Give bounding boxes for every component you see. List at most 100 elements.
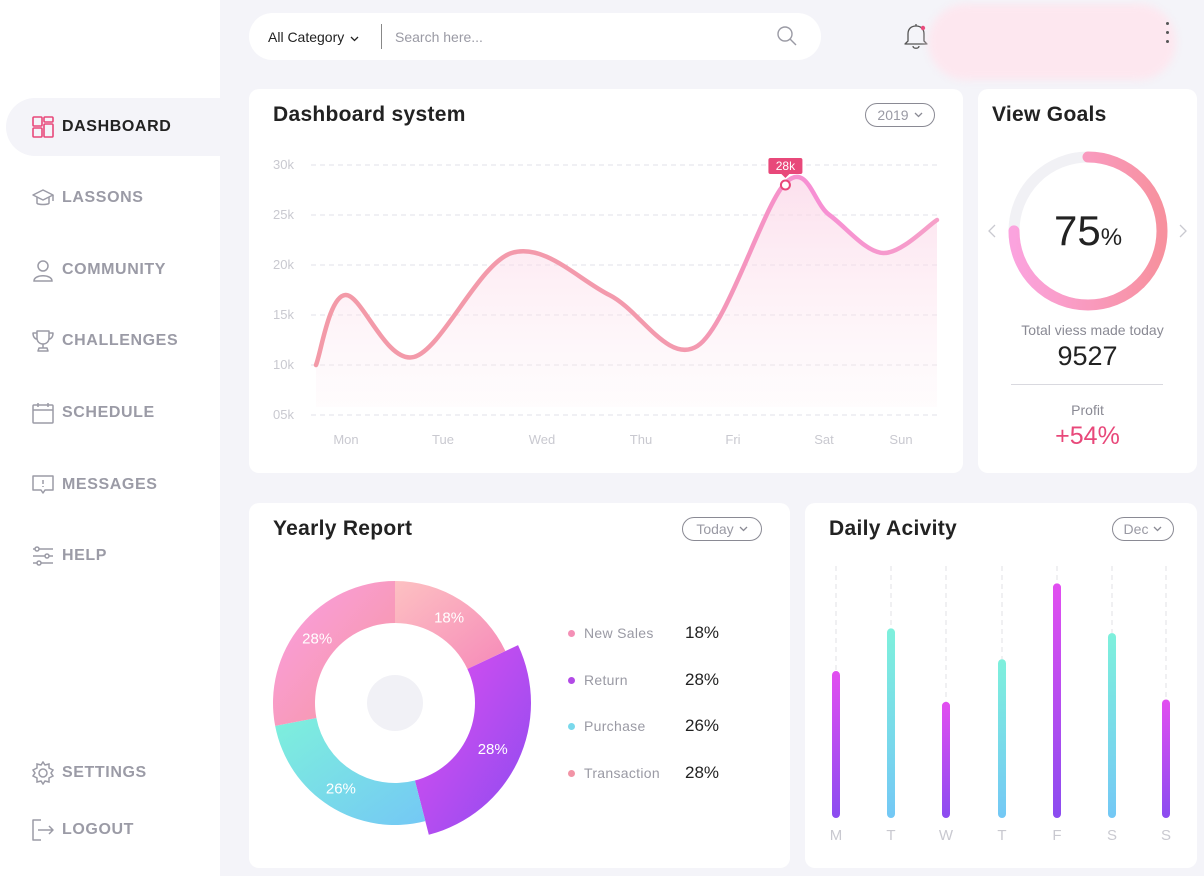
slice-label: 26% bbox=[326, 780, 356, 797]
profit-label: Profit bbox=[1071, 402, 1104, 418]
sidebar-item-label: SETTINGS bbox=[62, 764, 147, 781]
activity-bar bbox=[998, 659, 1006, 818]
area-fill bbox=[316, 176, 937, 407]
message-icon bbox=[31, 473, 55, 497]
slice-label: 28% bbox=[302, 631, 332, 648]
activity-bar bbox=[1162, 699, 1170, 818]
category-label: All Category bbox=[268, 28, 345, 45]
line-chart: 30k 25k 20k 15k 10k 05k Mon Tue Wed Thu Fri Sat Sun 2… bbox=[273, 157, 940, 447]
legend-value: 26% bbox=[685, 716, 720, 735]
legend-name: Purchase bbox=[584, 718, 646, 734]
legend-value: 28% bbox=[685, 670, 720, 689]
card-title: View Goals bbox=[992, 103, 1107, 126]
more-menu-icon[interactable] bbox=[1166, 22, 1169, 43]
views-value: 9527 bbox=[1057, 341, 1118, 371]
sidebar-item-label: LOGOUT bbox=[62, 821, 135, 838]
sidebar-item-challenges[interactable]: CHALLENGES bbox=[0, 312, 220, 370]
legend-item: Return 28% bbox=[568, 670, 719, 690]
bar-chart: MTWTFSS bbox=[830, 566, 1171, 844]
slice-label: 18% bbox=[434, 610, 464, 627]
legend-name: New Sales bbox=[584, 625, 654, 641]
activity-bar bbox=[832, 671, 840, 818]
day-label: W bbox=[939, 827, 954, 844]
sidebar-item-logout[interactable]: LOGOUT bbox=[0, 801, 220, 859]
day-label: S bbox=[1107, 827, 1117, 844]
y-tick-label: 20k bbox=[273, 257, 294, 272]
legend-item: Transaction 28% bbox=[568, 763, 719, 783]
search-input[interactable] bbox=[395, 23, 755, 50]
search-bar: All Category bbox=[249, 13, 821, 60]
chevron-down-icon bbox=[350, 29, 359, 45]
day-label: M bbox=[830, 827, 843, 844]
sidebar-item-dashboard[interactable]: DASHBOARD bbox=[6, 98, 220, 156]
sidebar-item-messages[interactable]: MESSAGES bbox=[0, 456, 220, 514]
sliders-icon bbox=[31, 544, 55, 568]
activity-bar bbox=[887, 628, 895, 818]
y-tick-label: 15k bbox=[273, 307, 294, 322]
sidebar-item-community[interactable]: COMMUNITY bbox=[0, 241, 220, 299]
graduation-cap-icon bbox=[31, 186, 55, 210]
views-label: Total viess made today bbox=[1021, 322, 1164, 338]
sidebar-item-label: SCHEDULE bbox=[62, 404, 155, 421]
x-tick-label: Sat bbox=[814, 432, 834, 447]
y-tick-label: 30k bbox=[273, 157, 294, 172]
donut-slice bbox=[275, 717, 426, 825]
chevron-right-icon[interactable] bbox=[1179, 224, 1187, 243]
x-tick-label: Wed bbox=[529, 432, 556, 447]
donut-slice bbox=[414, 645, 531, 835]
legend-name: Transaction bbox=[584, 765, 660, 781]
day-label: T bbox=[886, 827, 895, 844]
day-label: F bbox=[1052, 827, 1061, 844]
sidebar-item-label: DASHBOARD bbox=[62, 118, 172, 135]
x-tick-label: Thu bbox=[630, 432, 652, 447]
trophy-icon bbox=[31, 329, 55, 353]
divider bbox=[381, 24, 382, 49]
x-tick-label: Sun bbox=[889, 432, 912, 447]
legend-dot bbox=[568, 769, 575, 777]
sidebar-item-settings[interactable]: SETTINGS bbox=[0, 744, 220, 802]
legend-value: 18% bbox=[685, 623, 720, 642]
avatar[interactable] bbox=[928, 4, 1176, 80]
card-title: Yearly Report bbox=[273, 517, 413, 540]
profit-value: +54% bbox=[1055, 422, 1120, 450]
legend-dot bbox=[568, 629, 575, 637]
activity-bar bbox=[1053, 583, 1061, 818]
donut-chart: 18% 28% 26% 28% bbox=[273, 581, 531, 835]
legend-item: Purchase 26% bbox=[568, 716, 719, 736]
sidebar-item-label: MESSAGES bbox=[62, 476, 158, 493]
legend-value: 28% bbox=[685, 763, 720, 782]
sidebar-item-lassons[interactable]: LASSONS bbox=[0, 169, 220, 227]
legend-dot bbox=[568, 722, 575, 730]
chevron-down-icon bbox=[739, 526, 748, 532]
sidebar-item-label: LASSONS bbox=[62, 189, 144, 206]
highlight-tag-pointer bbox=[781, 174, 790, 178]
y-tick-label: 05k bbox=[273, 407, 294, 422]
dashboard-icon bbox=[31, 115, 55, 139]
user-icon bbox=[31, 258, 55, 282]
activity-bar bbox=[1108, 633, 1116, 818]
chevron-left-icon[interactable] bbox=[988, 224, 996, 243]
y-tick-label: 25k bbox=[273, 207, 294, 222]
x-tick-label: Tue bbox=[432, 432, 454, 447]
period-dropdown[interactable]: Today bbox=[682, 517, 762, 541]
bell-icon[interactable] bbox=[902, 21, 930, 56]
legend-item: New Sales 18% bbox=[568, 623, 719, 643]
goal-percent: 75% bbox=[1053, 207, 1123, 254]
period-label: Today bbox=[696, 521, 734, 537]
legend-dot bbox=[568, 676, 575, 684]
sidebar-item-label: HELP bbox=[62, 547, 108, 564]
highlight-label: 28k bbox=[776, 159, 796, 173]
sidebar-item-schedule[interactable]: SCHEDULE bbox=[0, 384, 220, 442]
gear-icon bbox=[31, 761, 55, 785]
divider bbox=[1011, 384, 1163, 385]
goals-card: View Goals 75% Total viess made today 95… bbox=[978, 89, 1197, 473]
search-icon[interactable] bbox=[777, 26, 797, 51]
x-tick-label: Mon bbox=[333, 432, 358, 447]
category-dropdown[interactable]: All Category bbox=[268, 29, 359, 45]
day-label: S bbox=[1161, 827, 1171, 844]
legend-name: Return bbox=[584, 672, 628, 688]
day-label: T bbox=[997, 827, 1006, 844]
sidebar-item-help[interactable]: HELP bbox=[0, 527, 220, 585]
activity-bar bbox=[942, 701, 950, 818]
highlight-point bbox=[779, 179, 791, 191]
